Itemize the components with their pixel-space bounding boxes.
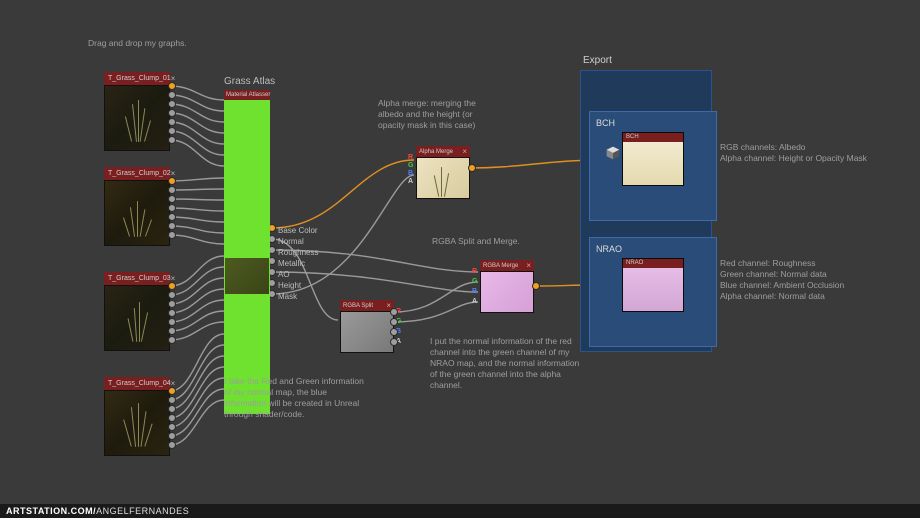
nrao-thumb[interactable]: NRAO	[622, 258, 684, 312]
texture-node-header: T_Grass_Clump_01×	[104, 72, 170, 85]
footer-credit: ARTSTATION.COM/ANGELFERNANDES	[0, 504, 920, 518]
nrao-label: NRAO	[596, 244, 710, 254]
alpha-merge-out[interactable]	[468, 164, 476, 172]
node-header: RGBA Merge×	[480, 260, 534, 271]
texture-node-4[interactable]: T_Grass_Clump_04×	[104, 377, 170, 456]
caption-bch-desc: RGB channels: Albedo Alpha channel: Heig…	[720, 142, 880, 164]
alpha-merge-node[interactable]: Alpha Merge×	[416, 146, 470, 199]
export-title: Export	[583, 55, 612, 66]
caption-drag: Drag and drop my graphs.	[88, 38, 198, 49]
texture-node-3[interactable]: T_Grass_Clump_03×	[104, 272, 170, 351]
caption-nrao-desc: Red channel: Roughness Green channel: No…	[720, 258, 890, 302]
texture-node-1[interactable]: T_Grass_Clump_01×	[104, 72, 170, 151]
caption-normal: I take the Red and Green information of …	[224, 376, 364, 420]
node-header: RGBA Split×	[340, 300, 394, 311]
atlas-output-labels: Base ColorNormalRoughnessMetallicAOHeigh…	[278, 225, 318, 302]
caption-alpha-merge: Alpha merge: merging the albedo and the …	[378, 98, 498, 131]
export-nrao-panel: NRAO NRAO	[589, 237, 717, 347]
texture-node-2[interactable]: T_Grass_Clump_02×	[104, 167, 170, 246]
texture-node-header: T_Grass_Clump_03×	[104, 272, 170, 285]
atlas-header: Material Atlasser	[224, 90, 270, 100]
caption-rgba-split: RGBA Split and Merge.	[432, 236, 522, 247]
export-panel: Export BCH BCH NRAO NRAO	[580, 70, 712, 352]
texture-preview	[104, 390, 170, 456]
rgba-merge-node[interactable]: RGBA Merge×	[480, 260, 534, 313]
node-preview	[480, 271, 534, 313]
caption-nrao: I put the normal information of the red …	[430, 336, 580, 391]
node-preview	[416, 157, 470, 199]
texture-node-header: T_Grass_Clump_04×	[104, 377, 170, 390]
rgba-split-node[interactable]: RGBA Split×	[340, 300, 394, 353]
rgba-merge-out[interactable]	[532, 282, 540, 290]
texture-preview	[104, 285, 170, 351]
close-icon[interactable]: ×	[526, 261, 531, 270]
texture-node-header: T_Grass_Clump_02×	[104, 167, 170, 180]
texture-preview	[104, 85, 170, 151]
cube-icon	[605, 145, 621, 161]
bch-thumb[interactable]: BCH	[622, 132, 684, 186]
bch-label: BCH	[596, 118, 710, 128]
close-icon[interactable]: ×	[462, 147, 467, 156]
atlas-body	[224, 100, 270, 414]
node-preview	[340, 311, 394, 353]
atlas-node[interactable]: Material Atlasser	[224, 90, 270, 420]
texture-preview	[104, 180, 170, 246]
atlas-title: Grass Atlas	[224, 76, 275, 87]
export-bch-panel: BCH BCH	[589, 111, 717, 221]
